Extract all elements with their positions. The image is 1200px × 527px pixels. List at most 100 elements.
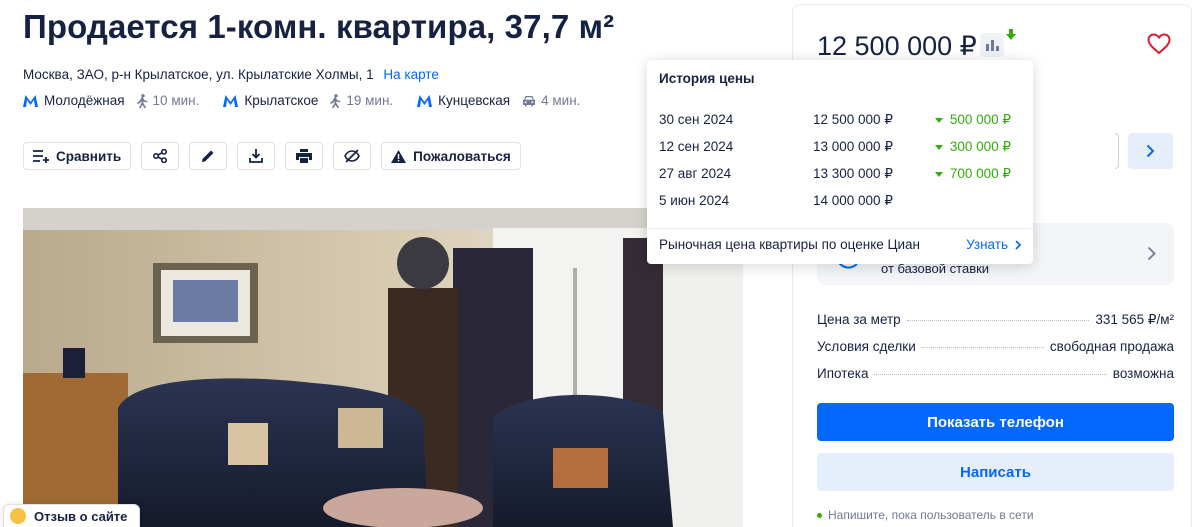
history-date: 5 июн 2024 [659,193,730,208]
bar-chart-icon [990,40,994,51]
metro-drive-time: 4 мин. [522,93,580,108]
share-icon [153,149,168,163]
pencil-icon [202,150,214,162]
history-change: 500 000 ₽ [934,112,1011,128]
fact-mortgage: Ипотека возможна [817,366,1174,381]
market-price-link-label: Узнать [966,237,1008,252]
market-price-link[interactable]: Узнать [966,237,1021,252]
drive-time-text: 4 мин. [541,93,581,108]
compare-label: Сравнить [56,148,122,164]
bar-chart-icon [995,46,999,51]
decrease-icon [934,171,943,177]
metro-station: Кунцевская [438,93,511,108]
complain-label: Пожаловаться [413,148,511,164]
metro-list: Молодёжная 10 мин. Крылатское 19 мин. Ку… [23,93,604,108]
online-hint: Напишите, пока пользователь в сети [817,508,1034,522]
heart-icon[interactable] [1147,33,1171,55]
metro-walk-time: 10 мин. [136,93,200,108]
history-change-value: 500 000 ₽ [949,112,1011,127]
history-change: 700 000 ₽ [934,166,1011,182]
online-hint-text: Напишите, пока пользователь в сети [828,508,1034,522]
apartment-photo [23,208,743,527]
hide-button[interactable] [333,142,372,170]
listing-photo[interactable] [23,208,743,527]
bar-chart-icon [985,44,989,51]
history-change-value: 300 000 ₽ [949,139,1011,154]
feedback-tab[interactable]: Отзыв о сайте [3,504,141,527]
compare-button[interactable]: Сравнить [23,142,132,170]
history-price: 13 000 000 ₽ [813,139,893,154]
metro-icon [23,94,38,107]
metro-item[interactable]: Молодёжная 10 мин. [23,93,199,108]
history-date: 27 авг 2024 [659,166,732,181]
popover-title: История цены [659,71,755,86]
decrease-icon [934,144,943,150]
warning-icon [391,149,407,163]
divider [647,228,1033,229]
share-button[interactable] [141,142,180,170]
price-down-icon [1006,29,1016,40]
metro-icon [417,94,433,107]
history-change-value: 700 000 ₽ [949,166,1011,181]
chevron-right-icon [1147,246,1156,261]
walk-time-text: 10 мин. [152,93,200,108]
download-button[interactable] [237,142,276,170]
chevron-right-icon [1015,239,1021,250]
history-date: 12 сен 2024 [659,139,734,154]
metro-walk-time: 19 мин. [330,93,393,108]
fact-label: Цена за метр [817,312,901,327]
history-row: 5 июн 2024 14 000 000 ₽ [659,193,1021,211]
print-button[interactable] [285,142,324,170]
metro-icon [223,94,239,107]
feedback-label: Отзыв о сайте [34,508,128,524]
hide-icon [344,149,361,163]
show-phone-button[interactable]: Показать телефон [817,403,1174,441]
map-link[interactable]: На карте [383,67,438,82]
smile-icon [10,508,26,524]
metro-item[interactable]: Крылатское 19 мин. [223,93,393,108]
dotted-leader [906,320,1090,321]
compare-icon [33,150,49,163]
fact-value: свободная продажа [1049,339,1174,354]
print-icon [296,149,313,163]
history-price: 12 500 000 ₽ [813,112,893,127]
edit-button[interactable] [189,142,228,170]
listing-toolbar: Сравнить Пожаловаться [23,142,521,170]
walk-time-text: 19 мин. [346,93,394,108]
history-price: 14 000 000 ₽ [813,193,893,208]
metro-station: Крылатское [244,93,319,108]
sidebar-input-edge[interactable] [1115,133,1119,169]
history-date: 30 сен 2024 [659,112,734,127]
walk-icon [136,93,147,108]
decrease-icon [934,117,943,123]
history-price: 13 300 000 ₽ [813,166,893,181]
car-icon [523,95,536,106]
sidebar-next-button[interactable] [1128,133,1173,169]
market-price-text: Рыночная цена квартиры по оценке Циан [659,237,920,252]
write-button[interactable]: Написать [817,453,1174,491]
price-history-button[interactable] [980,33,1004,57]
history-change: 300 000 ₽ [934,139,1011,155]
price: 12 500 000 ₽ [817,31,977,61]
fact-price-per-meter: Цена за метр 331 565 ₽/м² [817,312,1174,328]
fact-deal-terms: Условия сделки свободная продажа [817,339,1174,354]
metro-item[interactable]: Кунцевская 4 мин. [417,93,580,108]
listing-title: Продается 1-комн. квартира, 37,7 м² [23,8,615,45]
address: Москва, ЗАО, р-н Крылатское, ул. Крылатс… [23,67,439,82]
metro-station: Молодёжная [44,93,125,108]
fact-label: Условия сделки [817,339,916,354]
download-icon [249,149,264,163]
walk-icon [330,93,341,108]
history-row: 30 сен 2024 12 500 000 ₽ 500 000 ₽ [659,112,1021,130]
history-row: 12 сен 2024 13 000 000 ₽ 300 000 ₽ [659,139,1021,157]
chevron-right-icon [1146,144,1155,158]
complain-button[interactable]: Пожаловаться [381,142,521,170]
history-row: 27 авг 2024 13 300 000 ₽ 700 000 ₽ [659,166,1021,184]
fact-label: Ипотека [817,366,869,381]
dotted-leader [874,374,1107,375]
price-history-popover: История цены 30 сен 2024 12 500 000 ₽ 50… [647,60,1033,264]
fact-value: 331 565 ₽/м² [1095,312,1174,327]
online-dot [817,512,822,518]
address-text: Москва, ЗАО, р-н Крылатское, ул. Крылатс… [23,67,374,82]
dotted-leader [921,347,1044,348]
